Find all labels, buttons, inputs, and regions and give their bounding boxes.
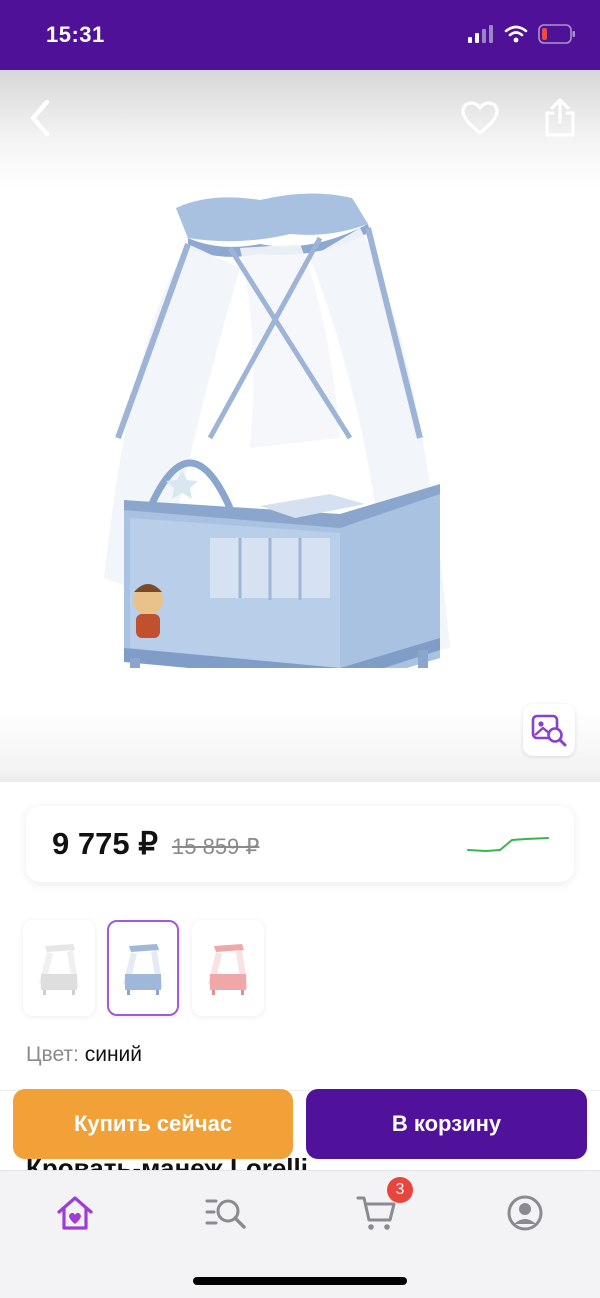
battery-icon — [538, 24, 575, 44]
buy-now-button[interactable]: Купить сейчас — [13, 1089, 293, 1159]
price-history-sparkline-icon[interactable] — [466, 828, 550, 858]
catalog-search-icon — [205, 1199, 246, 1229]
variant-blue-image — [123, 944, 163, 995]
price-card[interactable]: 9 775 ₽ 15 859 ₽ — [26, 806, 574, 882]
heart-icon — [461, 101, 499, 135]
wifi-icon — [504, 25, 528, 43]
variant-pink-image — [208, 944, 248, 995]
variant-white-image — [39, 944, 79, 995]
nav-profile[interactable] — [495, 1191, 555, 1235]
product-page: 15:31 9 775 ₽ 15 859 ₽ Цвет: синий Крова… — [0, 0, 600, 1298]
product-gallery[interactable] — [0, 70, 600, 782]
share-icon — [545, 98, 575, 137]
visual-search-button[interactable] — [523, 704, 575, 756]
variant-white[interactable] — [23, 920, 95, 1016]
current-price: 9 775 ₽ — [52, 826, 158, 861]
status-icons — [468, 24, 576, 44]
variant-blue[interactable] — [107, 920, 179, 1016]
action-bar: Кровать-манеж Lorelli Купить сейчас В ко… — [0, 1089, 600, 1191]
visual-search-icon — [531, 714, 567, 747]
share-button[interactable] — [538, 96, 582, 140]
old-price: 15 859 ₽ — [172, 834, 260, 859]
product-image — [104, 193, 450, 668]
variant-pink[interactable] — [192, 920, 264, 1016]
nav-home[interactable] — [45, 1191, 105, 1235]
bottom-navigation: 3 — [0, 1170, 600, 1298]
add-to-cart-button[interactable]: В корзину — [306, 1089, 587, 1159]
home-indicator — [193, 1277, 407, 1285]
home-icon — [57, 1196, 93, 1230]
color-value: синий — [84, 1043, 143, 1066]
status-time: 15:31 — [46, 22, 105, 47]
favorite-button[interactable] — [458, 96, 502, 140]
nav-cart[interactable]: 3 — [347, 1177, 413, 1235]
status-bar: 15:31 — [0, 0, 600, 70]
color-row: Цвет: синий — [26, 1043, 142, 1067]
color-label: Цвет: — [26, 1043, 79, 1066]
signal-icon — [468, 25, 493, 43]
back-arrow-icon — [30, 99, 50, 137]
back-button[interactable] — [18, 96, 62, 140]
profile-icon — [507, 1195, 543, 1231]
cart-count-badge: 3 — [387, 1177, 413, 1203]
nav-catalog[interactable] — [196, 1191, 256, 1235]
